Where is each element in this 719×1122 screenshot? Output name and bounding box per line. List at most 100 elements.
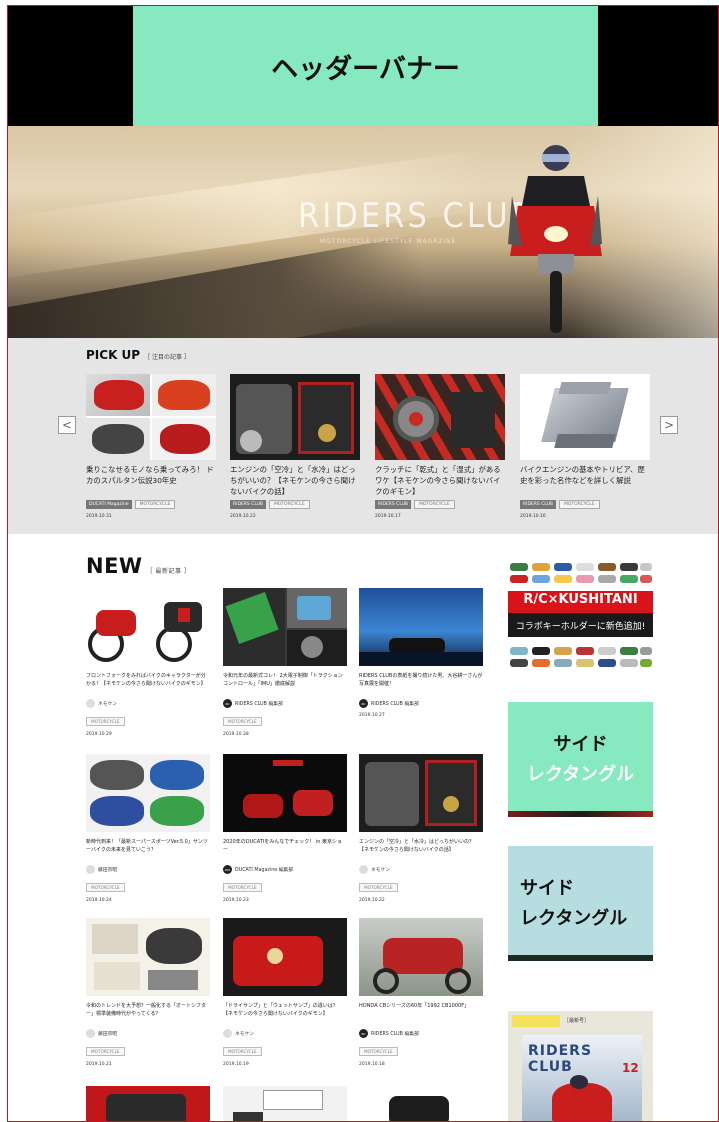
article-title[interactable]: 令和のトレンドを大予想？一般化する「オートシフター」標準装備時代がやってくる？ [86, 1002, 210, 1026]
side-rectangle-ad-1[interactable]: サイド レクタングル [508, 702, 653, 817]
article-title[interactable]: 「ドライサンプ」と「ウェットサンプ」の違いは？【ネモケンの今さら聞けないバイクの… [223, 1002, 347, 1026]
author-name[interactable]: 藤田宗昭 [98, 866, 117, 873]
author-name[interactable]: ネモケン [371, 866, 390, 873]
category-tag[interactable]: MOTORCYCLE [86, 1047, 125, 1056]
article-image[interactable] [359, 754, 483, 832]
article-image[interactable] [359, 1086, 483, 1121]
author-avatar [359, 865, 368, 874]
pickup-card-image[interactable] [230, 374, 360, 460]
category-tag[interactable]: MOTORCYCLE [359, 1047, 398, 1056]
kushitani-ad[interactable]: R/C×KUSHITANI コラボキーホルダーに新色追加! [508, 561, 653, 671]
article-card[interactable]: 2020年のDUCATIをみんなでチェック！ in 東京ショー DM DUCATI… [223, 754, 347, 903]
category-tag[interactable]: MOTORCYCLE [223, 717, 262, 726]
author-name[interactable]: RIDERS CLUB 編集部 [371, 1030, 419, 1037]
article-card[interactable]: エンジンの「空冷」と「水冷」はどっちがいいの？【ネモケンの今さら聞けないバイクの… [359, 754, 483, 903]
article-image[interactable] [223, 1086, 347, 1121]
article-title[interactable]: 令和元年の最新式コレ！ 2大電子制御「トラクションコントロール」「IMU」徹底解… [223, 672, 347, 696]
article-title[interactable]: 新時代到来！「最新スーパースポーツVer.5.0」サンツーバイクの未来を見ていこ… [86, 838, 210, 862]
keyholder-pattern [508, 563, 653, 667]
pickup-card-image[interactable] [375, 374, 505, 460]
author-name[interactable]: 藤田宗昭 [98, 1030, 117, 1037]
article-title[interactable]: RIDERS CLUBの表紙を撮り続けた男、大谷耕一さんが写真展を開催！ [359, 672, 483, 696]
pickup-card-text[interactable]: クラッチに「乾式」と「湿式」があるワケ【ネモケンの今さら聞けないバイクのギモン】 [375, 464, 505, 497]
pickup-card-text[interactable]: 乗りこなせるモノなら乗ってみろ！ ドカのスパルタン伝説30年史 [86, 464, 216, 497]
article-card[interactable]: 令和元年の最新式コレ！ 2大電子制御「トラクションコントロール」「IMU」徹底解… [223, 588, 347, 737]
pickup-card[interactable]: バイクエンジンの基本やトリビア、歴史を彩った名作などを詳しく解説 RIDERS … [520, 374, 650, 519]
category-tag[interactable]: MOTORCYCLE [134, 500, 176, 509]
article-image[interactable] [223, 588, 347, 666]
side-rectangle-line1: サイド [520, 877, 574, 899]
pickup-section: PICK UP ［ 注目の記事 ］ < > 乗りこなせるモノなら乗ってみろ！ ドカ… [8, 338, 718, 534]
article-image[interactable] [86, 754, 210, 832]
header-banner[interactable]: ヘッダーバナー [133, 6, 598, 126]
pickup-card-date: 2019.10.22 [230, 514, 256, 519]
category-tag[interactable]: MOTORCYCLE [413, 500, 455, 509]
author-avatar: RC [359, 699, 368, 708]
pickup-card[interactable]: クラッチに「乾式」と「湿式」があるワケ【ネモケンの今さら聞けないバイクのギモン】… [375, 374, 505, 519]
category-tag[interactable]: MOTORCYCLE [86, 717, 125, 726]
article-image[interactable] [86, 1086, 210, 1121]
author-avatar [86, 865, 95, 874]
article-card[interactable]: 新時代到来！「最新スーパースポーツVer.5.0」サンツーバイクの未来を見ていこ… [86, 754, 210, 903]
article-card[interactable]: 令和のトレンドを大予想？一般化する「オートシフター」標準装備時代がやってくる？ … [86, 918, 210, 1067]
hero-logo-subtitle: MOTORCYCLE LIFESTYLE MAGAZINE [320, 238, 457, 245]
article-date: 2019.10.27 [359, 713, 385, 718]
article-date: 2019.10.18 [359, 1062, 385, 1067]
author-name[interactable]: ネモケン [235, 1030, 254, 1037]
article-date: 2019.10.19 [223, 1062, 249, 1067]
article-card[interactable]: フロントフォークをみればバイクのキャラクターが分かる！【ネモケンの今さら聞けない… [86, 588, 210, 737]
article-card[interactable]: HONDA CBシリーズの60年「1992 CB1000F」 RC RIDERS … [359, 918, 483, 1067]
category-tag[interactable]: MOTORCYCLE [359, 883, 398, 892]
magazine-cover[interactable]: ［最新号］ RIDERS CLUB 12 [508, 1011, 653, 1121]
article-title[interactable]: HONDA CBシリーズの60年「1992 CB1000F」 [359, 1002, 483, 1026]
author-avatar [223, 1029, 232, 1038]
pickup-card-text[interactable]: バイクエンジンの基本やトリビア、歴史を彩った名作などを詳しく解説 [520, 464, 650, 497]
category-tag[interactable]: RIDERS CLUB [375, 500, 411, 509]
author-avatar: RC [359, 1029, 368, 1038]
hero-image[interactable]: RIDERS CLUB MOTORCYCLE LIFESTYLE MAGAZIN… [8, 126, 718, 338]
pickup-prev-button[interactable]: < [58, 416, 76, 434]
pickup-card[interactable]: 乗りこなせるモノなら乗ってみろ！ ドカのスパルタン伝説30年史 DUCATI M… [86, 374, 216, 519]
page-frame: ヘッダーバナー RIDERS CLUB MOTORCYCLE LIFESTYLE… [7, 5, 719, 1122]
article-date: 2019.10.29 [86, 732, 112, 737]
motorcycle-rider-image [508, 145, 602, 333]
article-date: 2019.10.28 [223, 732, 249, 737]
category-tag[interactable]: MOTORCYCLE [86, 883, 125, 892]
article-image[interactable] [223, 918, 347, 996]
article-card[interactable]: RIDERS CLUBの表紙を撮り続けた男、大谷耕一さんが写真展を開催！ RC R… [359, 588, 483, 718]
category-tag[interactable]: DUCATI Magazine [86, 500, 132, 509]
pickup-card-image[interactable] [520, 374, 650, 460]
pickup-next-button[interactable]: > [660, 416, 678, 434]
article-image[interactable] [359, 918, 483, 996]
article-image[interactable] [86, 588, 210, 666]
category-tag[interactable]: RIDERS CLUB [230, 500, 266, 509]
category-tag[interactable]: RIDERS CLUB [520, 500, 556, 509]
new-title: NEW ［ 最新記事 ］ [86, 554, 190, 578]
kushitani-ad-subtitle: コラボキーホルダーに新色追加! [515, 622, 646, 632]
kushitani-ad-title: R/C×KUSHITANI [523, 592, 638, 607]
author-name[interactable]: ネモケン [98, 700, 117, 707]
pickup-card[interactable]: エンジンの「空冷」と「水冷」はどっちがいいの？【ネモケンの今さら聞けないバイクの… [230, 374, 360, 519]
author-name[interactable]: RIDERS CLUB 編集部 [371, 700, 419, 707]
pickup-card-image[interactable] [86, 374, 216, 460]
author-name[interactable]: RIDERS CLUB 編集部 [235, 700, 283, 707]
article-image[interactable] [359, 588, 483, 666]
article-title[interactable]: 2020年のDUCATIをみんなでチェック！ in 東京ショー [223, 838, 347, 862]
article-title[interactable]: エンジンの「空冷」と「水冷」はどっちがいいの？【ネモケンの今さら聞けないバイクの… [359, 838, 483, 862]
category-tag[interactable]: MOTORCYCLE [268, 500, 310, 509]
author-name[interactable]: DUCATI Magazine 編集部 [235, 866, 293, 873]
article-image[interactable] [223, 754, 347, 832]
category-tag[interactable]: MOTORCYCLE [223, 883, 262, 892]
category-tag[interactable]: MOTORCYCLE [223, 1047, 262, 1056]
side-rectangle-line2: レクタングル [526, 763, 635, 785]
article-card[interactable]: 「ドライサンプ」と「ウェットサンプ」の違いは？【ネモケンの今さら聞けないバイクの… [223, 918, 347, 1067]
side-rectangle-ad-2[interactable]: サイド レクタングル [508, 846, 653, 961]
author-avatar: RC [223, 699, 232, 708]
category-tag[interactable]: MOTORCYCLE [558, 500, 600, 509]
pickup-card-text[interactable]: エンジンの「空冷」と「水冷」はどっちがいいの？【ネモケンの今さら聞けないバイクの… [230, 464, 360, 497]
article-image[interactable] [86, 918, 210, 996]
pickup-card-date: 2019.10.17 [375, 514, 401, 519]
pickup-title-text: PICK UP [86, 348, 141, 362]
article-title[interactable]: フロントフォークをみればバイクのキャラクターが分かる！【ネモケンの今さら聞けない… [86, 672, 210, 696]
author-avatar: DM [223, 865, 232, 874]
